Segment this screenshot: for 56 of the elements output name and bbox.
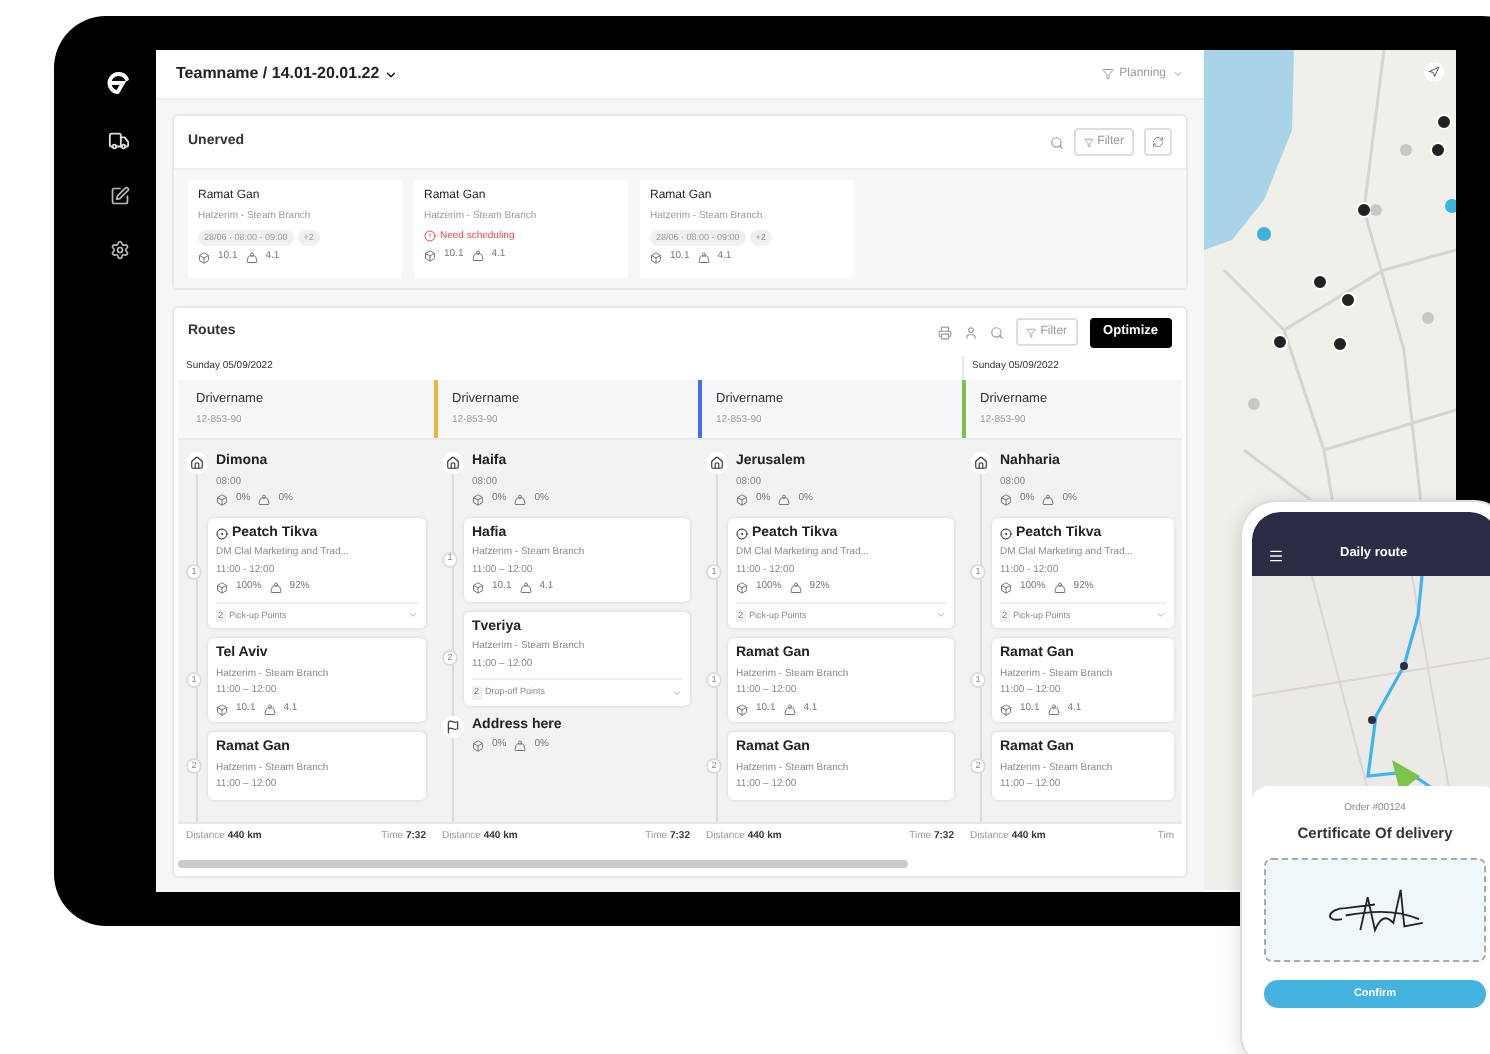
home-marker: [970, 452, 992, 474]
weight-icon: [778, 493, 791, 506]
chevron-icon: [1172, 68, 1184, 80]
weight-icon: [1053, 581, 1066, 594]
home-marker: [706, 452, 728, 474]
navigation-icon: [1428, 66, 1440, 78]
weight-icon: [697, 252, 710, 264]
box-icon: [736, 703, 748, 715]
box-icon: [198, 252, 210, 264]
refresh-button[interactable]: [1144, 128, 1172, 156]
home-marker: [442, 452, 464, 474]
weight-icon: [471, 249, 484, 262]
box-icon: [216, 581, 228, 594]
search-icon[interactable]: [1049, 135, 1064, 149]
weight-icon: [514, 493, 527, 506]
box-icon: [736, 581, 748, 594]
filter-icon: [1101, 68, 1114, 80]
weight-icon: [789, 581, 802, 594]
box-icon: [472, 581, 484, 594]
team-title: Teamname / 14.01-20.01.22: [176, 62, 380, 86]
chevron-icon[interactable]: [383, 67, 398, 81]
flag-marker: [442, 715, 464, 738]
box-icon: [216, 493, 228, 506]
search-icon[interactable]: [990, 325, 1005, 339]
edit-icon[interactable]: [109, 186, 129, 206]
weight-icon: [269, 581, 282, 594]
weight-icon: [514, 740, 527, 752]
signature-field[interactable]: [1264, 857, 1486, 962]
box-icon: [650, 252, 662, 264]
weight-icon: [519, 581, 532, 594]
filter-icon: [1083, 137, 1094, 147]
scrollbar[interactable]: [178, 860, 908, 868]
box-icon: [1000, 581, 1012, 594]
box-icon: [424, 249, 436, 262]
logo-icon[interactable]: [106, 70, 132, 96]
weight-icon: [783, 703, 796, 715]
printer-icon[interactable]: [938, 325, 953, 339]
menu-icon[interactable]: [1268, 548, 1284, 564]
weight-icon: [1042, 493, 1055, 506]
weight-icon: [258, 493, 271, 506]
box-icon: [216, 703, 228, 715]
box-icon: [736, 493, 748, 506]
truck-icon[interactable]: [108, 130, 130, 152]
box-icon: [1000, 703, 1012, 715]
weight-icon: [263, 703, 276, 715]
alert-icon: [424, 230, 436, 243]
refresh-icon: [1152, 136, 1164, 148]
box-icon: [472, 740, 484, 752]
box-icon: [1000, 493, 1012, 506]
settings-icon[interactable]: [109, 240, 129, 260]
weight-icon: [1047, 703, 1060, 715]
box-icon: [472, 493, 484, 506]
weight-icon: [245, 252, 258, 264]
user-icon[interactable]: [964, 325, 979, 339]
home-marker: [186, 452, 208, 474]
filter-icon: [1026, 327, 1037, 337]
